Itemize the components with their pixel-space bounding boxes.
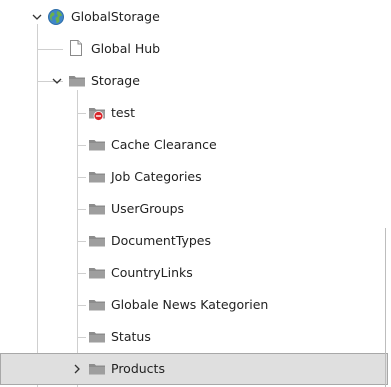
tree-node-label[interactable]: Status: [111, 321, 151, 353]
chevron-down-icon[interactable]: [51, 75, 63, 87]
tree-node-label[interactable]: Job Categories: [111, 161, 202, 193]
folder-icon: [88, 264, 106, 282]
tree-node-test[interactable]: test: [0, 97, 388, 129]
folder-icon: [88, 296, 106, 314]
folder-icon: [68, 72, 86, 90]
tree-node-label[interactable]: CountryLinks: [111, 257, 193, 289]
page-icon: [67, 39, 85, 57]
tree-node-storage[interactable]: Storage: [0, 65, 388, 97]
tree-node-label[interactable]: Products: [111, 353, 165, 385]
tree-node-documenttypes[interactable]: DocumentTypes: [0, 225, 388, 257]
tree-node-globale-news-kategorien[interactable]: Globale News Kategorien: [0, 289, 388, 321]
tree-node-status[interactable]: Status: [0, 321, 388, 353]
folder-icon: [88, 232, 106, 250]
folder-icon: [88, 360, 106, 378]
tree-node-label[interactable]: Globale News Kategorien: [111, 289, 268, 321]
tree-node-label[interactable]: UserGroups: [111, 193, 184, 225]
page-tree: GlobalStorage Global Hub Storage test Ca…: [0, 0, 391, 387]
tree-node-label[interactable]: test: [111, 97, 135, 129]
tree-node-label[interactable]: DocumentTypes: [111, 225, 211, 257]
folder-icon: [88, 200, 106, 218]
folder-icon: [88, 328, 106, 346]
tree-node-usergroups[interactable]: UserGroups: [0, 193, 388, 225]
chevron-down-icon[interactable]: [31, 11, 43, 23]
tree-node-cache-clearance[interactable]: Cache Clearance: [0, 129, 388, 161]
folder-icon: [88, 136, 106, 154]
tree-node-label[interactable]: Storage: [91, 65, 140, 97]
tree-node-global-hub[interactable]: Global Hub: [0, 33, 388, 65]
folder-restricted-icon: [88, 104, 106, 122]
tree-node-countrylinks[interactable]: CountryLinks: [0, 257, 388, 289]
scrollbar[interactable]: [385, 228, 386, 387]
globe-icon: [47, 8, 65, 26]
tree-node-label[interactable]: GlobalStorage: [71, 1, 160, 33]
tree-node-job-categories[interactable]: Job Categories: [0, 161, 388, 193]
tree-node-label[interactable]: Global Hub: [91, 33, 160, 65]
folder-icon: [88, 168, 106, 186]
tree-node-label[interactable]: Cache Clearance: [111, 129, 217, 161]
chevron-right-icon[interactable]: [71, 363, 83, 375]
tree-node-globalstorage[interactable]: GlobalStorage: [0, 1, 388, 33]
tree-node-products[interactable]: Products: [0, 353, 388, 385]
